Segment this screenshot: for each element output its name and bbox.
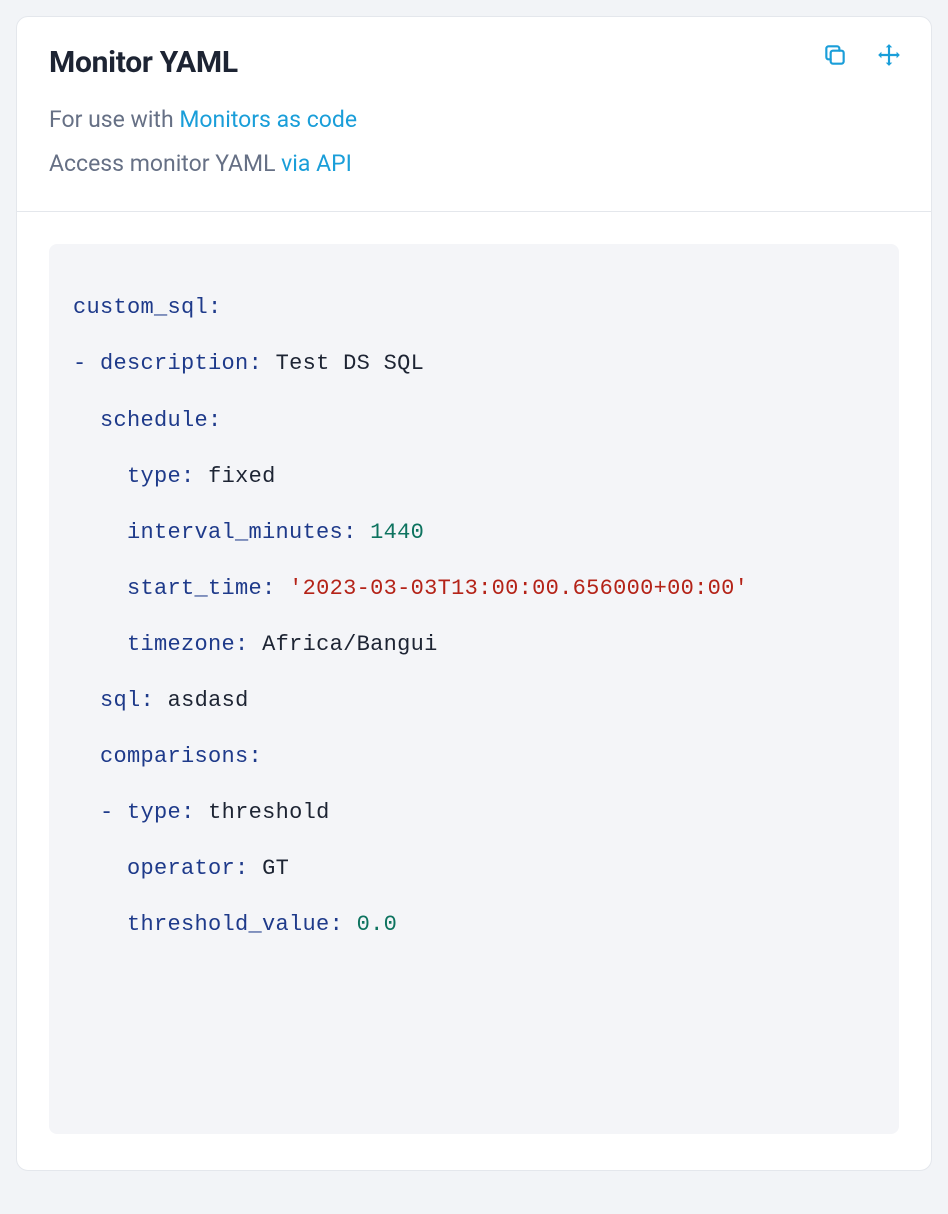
yaml-val-interval: 1440 [370, 520, 424, 545]
yaml-key-sql: sql [100, 688, 141, 713]
move-icon[interactable] [875, 41, 903, 69]
yaml-key-cmp-type: type [127, 800, 181, 825]
yaml-val-timezone: Africa/Bangui [262, 632, 438, 657]
yaml-val-operator: GT [262, 856, 289, 881]
subtitle-2-prefix: Access monitor YAML [49, 150, 281, 177]
via-api-link[interactable]: via API [281, 150, 352, 177]
yaml-val-threshold: 0.0 [357, 912, 398, 937]
yaml-key-timezone: timezone [127, 632, 235, 657]
yaml-val-description: Test DS SQL [276, 351, 425, 376]
yaml-val-sql: asdasd [168, 688, 249, 713]
yaml-key-schedule-type: type [127, 464, 181, 489]
yaml-key-schedule: schedule [100, 408, 208, 433]
card-body: custom_sql: - description: Test DS SQL s… [17, 212, 931, 1169]
card-header: Monitor YAML For use with Monitors as co… [17, 17, 931, 212]
yaml-key-operator: operator [127, 856, 235, 881]
monitor-yaml-card: Monitor YAML For use with Monitors as co… [16, 16, 932, 1171]
copy-icon[interactable] [821, 41, 849, 69]
yaml-key-description: description [100, 351, 249, 376]
yaml-code-block: custom_sql: - description: Test DS SQL s… [49, 244, 899, 1133]
monitors-as-code-link[interactable]: Monitors as code [179, 106, 357, 133]
subtitle-2: Access monitor YAML via API [49, 142, 899, 186]
yaml-val-schedule-type: fixed [208, 464, 276, 489]
yaml-key-comparisons: comparisons [100, 744, 249, 769]
yaml-val-cmp-type: threshold [208, 800, 330, 825]
yaml-key-threshold: threshold_value [127, 912, 330, 937]
yaml-key-start-time: start_time [127, 576, 262, 601]
card-title: Monitor YAML [49, 45, 899, 80]
yaml-key-custom-sql: custom_sql [73, 295, 208, 320]
header-actions [821, 41, 903, 69]
yaml-val-start-time: '2023-03-03T13:00:00.656000+00:00' [289, 576, 748, 601]
subtitle-1-prefix: For use with [49, 106, 179, 133]
subtitle-1: For use with Monitors as code [49, 98, 899, 142]
yaml-key-interval: interval_minutes [127, 520, 343, 545]
